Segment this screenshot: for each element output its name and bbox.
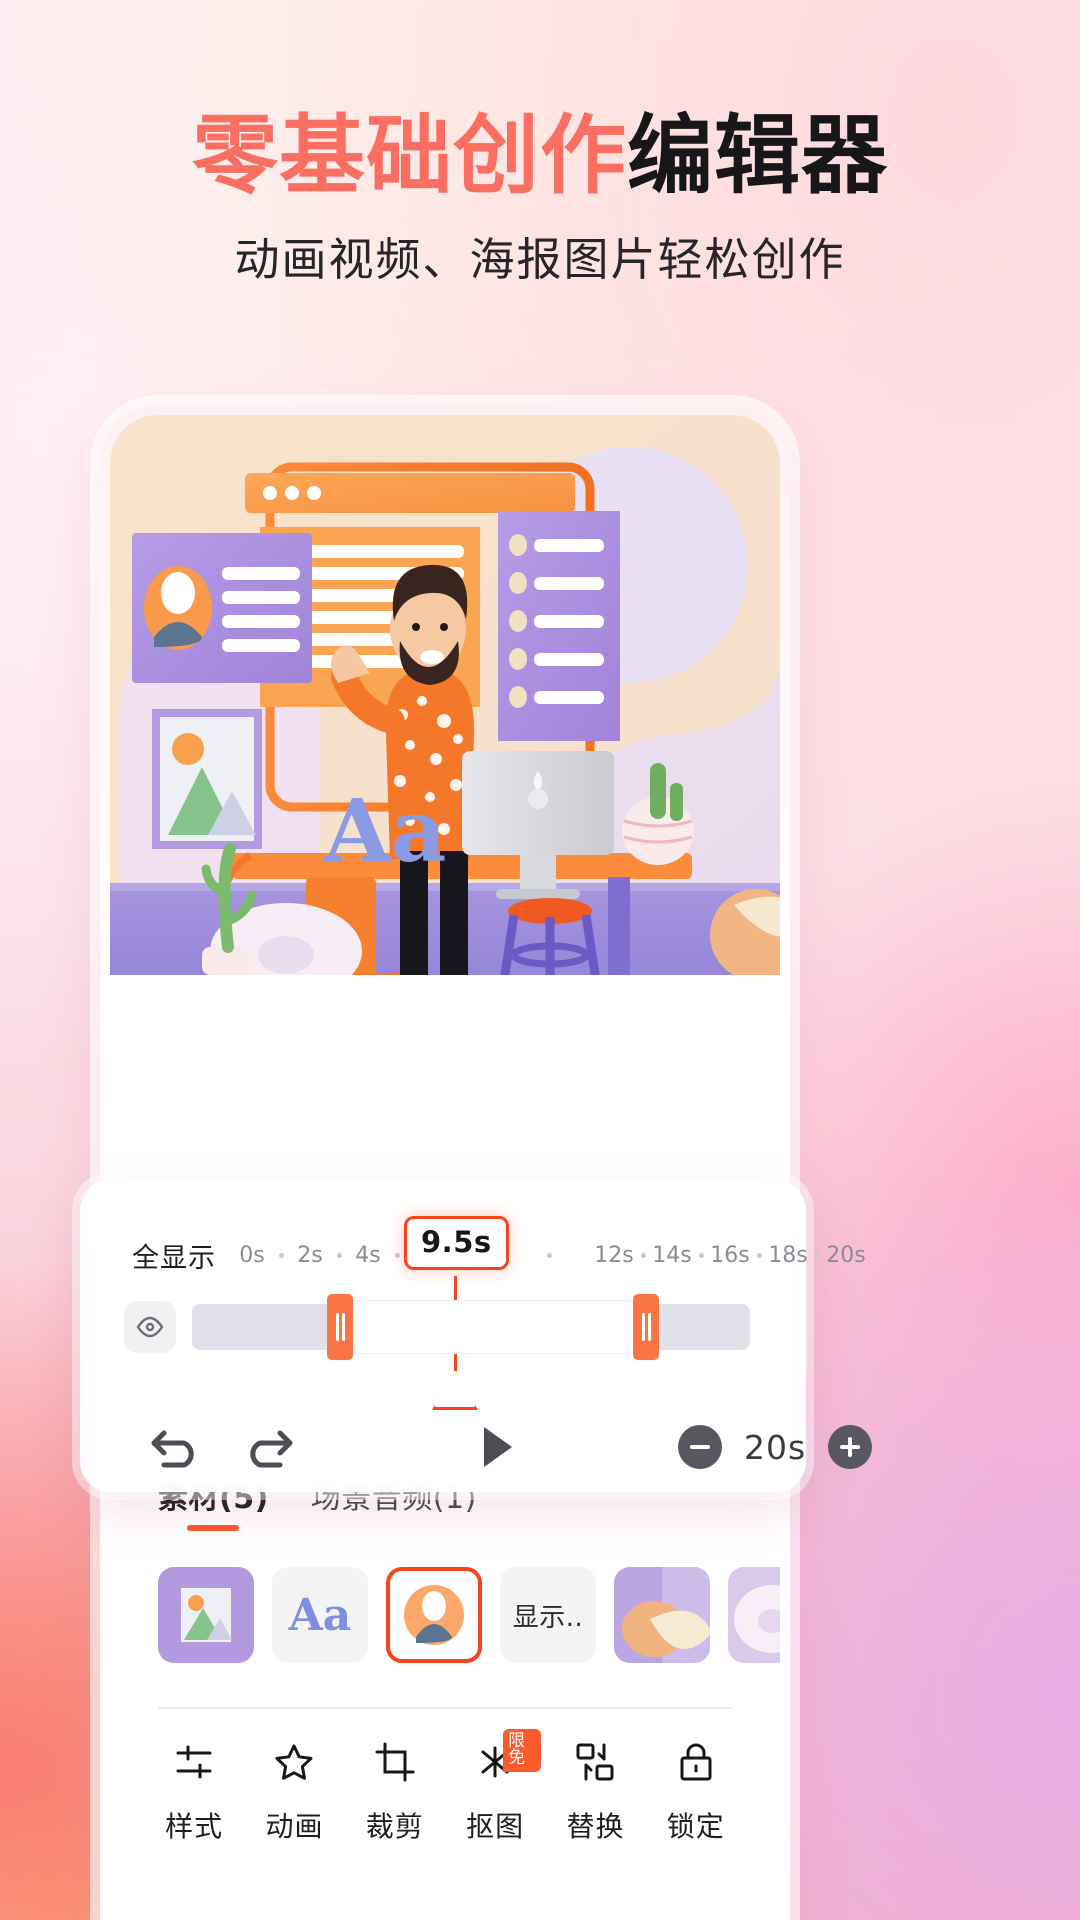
ruler-tick: 20s xyxy=(826,1243,866,1268)
ruler-ticks: 0s 2s 4s 6s 8s 12s 14s 16s 18s 20s xyxy=(230,1243,868,1268)
headline-highlight: 零基础创作 xyxy=(192,106,627,206)
canvas-preview[interactable]: Aa xyxy=(110,415,780,975)
plus-icon xyxy=(828,1425,873,1469)
timeline-panel: 全显示 0s 2s 4s 6s 8s 12s 14s 16s 18s 20s 9… xyxy=(80,1180,873,1492)
ruler-tick-dot xyxy=(390,1253,404,1258)
ruler-tick-dot xyxy=(274,1253,288,1258)
visibility-toggle-button[interactable] xyxy=(124,1301,176,1353)
increase-duration-button[interactable] xyxy=(828,1425,873,1469)
duration-value: 20s xyxy=(744,1427,807,1467)
ruler-tick-dot xyxy=(332,1253,346,1258)
avatar-icon xyxy=(404,1585,464,1645)
preview-illustration: Aa xyxy=(110,415,780,975)
text-layer-thumbnail[interactable]: Aa xyxy=(272,1567,368,1663)
sliders-icon xyxy=(172,1733,216,1791)
page-subtitle: 动画视频、海报图片轻松创作 xyxy=(234,233,846,287)
hidden-layer-thumbnail[interactable]: 显示.. xyxy=(500,1567,596,1663)
ruler-tick-dot xyxy=(752,1253,766,1258)
toolbar-label-cutout: 抠图 xyxy=(466,1810,525,1843)
shape-layer-thumbnail[interactable] xyxy=(614,1567,710,1663)
timeline-controls: 20s xyxy=(80,1402,873,1492)
play-button[interactable] xyxy=(476,1423,518,1471)
avatar-layer-thumbnail[interactable] xyxy=(386,1567,482,1663)
promo-header: 零基础创作编辑器 动画视频、海报图片轻松创作 xyxy=(0,111,1080,288)
page-title: 零基础创作编辑器 xyxy=(0,111,1080,201)
redo-icon xyxy=(250,1430,293,1468)
toolbar-label-crop: 裁剪 xyxy=(365,1810,424,1843)
layer-toolbar: 样式 动画 裁剪 限免 抠图 替换 锁定 xyxy=(110,1729,780,1883)
ruler-tick: 4s xyxy=(355,1243,381,1268)
toolbar-item-replace[interactable]: 替换 xyxy=(549,1733,641,1845)
ruler-tick: 16s xyxy=(710,1243,750,1268)
ruler-tick-dot xyxy=(636,1253,650,1258)
toolbar-divider xyxy=(158,1707,732,1709)
toolbar-item-cutout[interactable]: 限免 抠图 xyxy=(449,1729,542,1845)
current-time-badge[interactable]: 9.5s xyxy=(404,1216,509,1270)
donut-thumb-icon xyxy=(728,1567,780,1663)
track-segment-after[interactable] xyxy=(646,1304,750,1350)
toolbar-label-replace: 替换 xyxy=(566,1810,625,1843)
scale-mode-label[interactable]: 全显示 xyxy=(132,1236,216,1275)
track-segment-before[interactable] xyxy=(192,1304,340,1350)
toolbar-item-lock[interactable]: 锁定 xyxy=(650,1733,742,1845)
ruler-tick-dot xyxy=(506,1253,592,1258)
headline-rest: 编辑器 xyxy=(627,106,888,206)
cutout-free-badge: 限免 xyxy=(503,1729,542,1772)
toolbar-label-lock: 锁定 xyxy=(666,1810,725,1843)
eye-icon xyxy=(136,1316,164,1338)
toolbar-item-animation[interactable]: 动画 xyxy=(248,1733,340,1845)
ruler-tick: 0s xyxy=(239,1243,265,1268)
crop-icon xyxy=(373,1733,417,1791)
ruler-tick: 18s xyxy=(768,1243,808,1268)
shape-thumb-icon xyxy=(614,1567,710,1663)
phone-mockup: Aa 素材(5) 场景音频(1) Aa 显示.. 样式 动画 裁剪 限免 抠图 … xyxy=(100,405,790,1920)
clip-start-handle[interactable] xyxy=(327,1294,353,1360)
clip-end-handle[interactable] xyxy=(633,1294,659,1360)
hidden-layer-label: 显示.. xyxy=(512,1602,584,1633)
layer-thumbnail-strip[interactable]: Aa 显示.. xyxy=(110,1555,780,1675)
decrease-duration-button[interactable] xyxy=(678,1425,722,1469)
play-icon xyxy=(484,1427,512,1467)
image-layer-thumbnail[interactable] xyxy=(158,1567,254,1663)
redo-button[interactable] xyxy=(240,1423,296,1471)
image-icon xyxy=(181,1588,232,1642)
ruler-tick: 12s xyxy=(594,1243,634,1268)
undo-icon xyxy=(151,1430,194,1468)
toolbar-item-crop[interactable]: 裁剪 xyxy=(349,1733,441,1845)
timeline-track[interactable] xyxy=(192,1294,750,1360)
replace-icon xyxy=(573,1733,617,1791)
donut-layer-thumbnail[interactable] xyxy=(728,1567,780,1663)
text-layer-label: Aa xyxy=(288,1589,352,1641)
minus-icon xyxy=(678,1425,722,1469)
lock-icon xyxy=(674,1733,718,1791)
toolbar-item-style[interactable]: 样式 xyxy=(148,1733,240,1845)
svg-text:Aa: Aa xyxy=(323,781,446,882)
ruler-tick-dot xyxy=(694,1253,708,1258)
timeline-track-row xyxy=(80,1294,806,1360)
ruler-tick: 14s xyxy=(652,1243,692,1268)
toolbar-label-style: 样式 xyxy=(165,1810,224,1843)
ruler-tick: 2s xyxy=(297,1243,323,1268)
track-segment-selected[interactable] xyxy=(340,1300,646,1354)
star-icon xyxy=(272,1733,316,1791)
toolbar-label-animation: 动画 xyxy=(265,1810,324,1843)
undo-button[interactable] xyxy=(148,1423,204,1471)
phone-screen: Aa 素材(5) 场景音频(1) Aa 显示.. 样式 动画 裁剪 限免 抠图 … xyxy=(110,415,780,1920)
ruler-tick-dot xyxy=(810,1253,824,1258)
